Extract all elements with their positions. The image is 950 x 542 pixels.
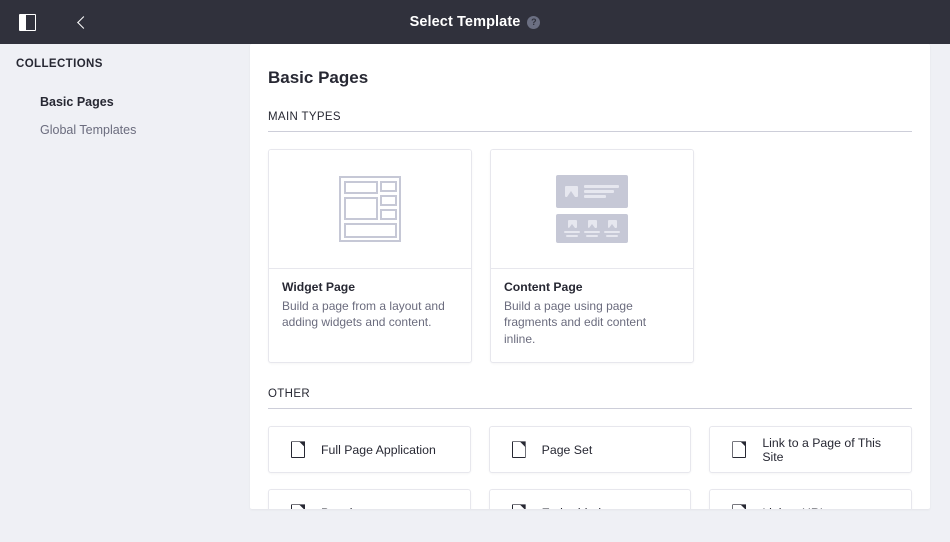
sidebar-item-global-templates[interactable]: Global Templates: [0, 116, 250, 144]
section-label-main-types: MAIN TYPES: [268, 111, 912, 132]
other-card-panel[interactable]: Panel: [268, 489, 471, 509]
sidebar-heading: COLLECTIONS: [16, 58, 103, 70]
template-card-body: Content Page Build a page using page fra…: [491, 269, 693, 362]
template-card-description: Build a page using page fragments and ed…: [504, 299, 647, 346]
page-title: Select Template: [409, 14, 521, 30]
page-title-group: Select Template ?: [0, 14, 950, 30]
chevron-left-icon: [76, 15, 90, 29]
document-icon: [732, 504, 747, 509]
section-label-other: OTHER: [268, 388, 912, 410]
template-card-body: Widget Page Build a page from a layout a…: [269, 269, 471, 346]
app-header: Select Template ?: [0, 0, 950, 44]
sidebar-item-label: Basic Pages: [40, 95, 114, 109]
other-card-label: Panel: [321, 506, 352, 509]
panel-title: Basic Pages: [268, 68, 369, 87]
template-thumbnail: [269, 150, 471, 269]
panel-toggle-button[interactable]: [14, 9, 40, 35]
document-icon: [511, 504, 526, 509]
header-left-actions: [14, 9, 94, 35]
document-icon: [291, 441, 305, 459]
template-card-description: Build a page from a layout and adding wi…: [282, 299, 445, 330]
template-card-widget-page[interactable]: Widget Page Build a page from a layout a…: [268, 149, 472, 364]
other-card-label: Link to URL: [762, 506, 826, 509]
document-icon: [511, 441, 526, 459]
sidebar-item-basic-pages[interactable]: Basic Pages: [0, 88, 250, 116]
page-body: COLLECTIONS Basic Pages Global Templates…: [0, 44, 950, 542]
other-card-label: Full Page Application: [321, 442, 436, 457]
content-fragments-icon: [556, 175, 628, 243]
sidebar-item-label: Global Templates: [40, 123, 137, 137]
other-card-embedded[interactable]: Embedded: [488, 489, 692, 509]
other-card-full-page-application[interactable]: Full Page Application: [268, 426, 471, 474]
document-icon: [291, 504, 305, 509]
document-icon: [732, 441, 747, 459]
template-card-title: Widget Page: [282, 280, 356, 294]
other-card-label: Page Set: [541, 442, 593, 457]
other-card-link-to-url[interactable]: Link to URL: [709, 489, 912, 509]
main-types-card-row: Widget Page Build a page from a layout a…: [268, 149, 912, 364]
template-thumbnail: [491, 150, 693, 269]
other-card-label: Link to a Page of This Site: [762, 435, 882, 464]
other-card-link-to-page-of-this-site[interactable]: Link to a Page of This Site: [709, 426, 912, 474]
template-card-title: Content Page: [504, 280, 583, 294]
template-card-content-page[interactable]: Content Page Build a page using page fra…: [490, 149, 694, 364]
back-button[interactable]: [68, 9, 94, 35]
layout-grid-icon: [339, 176, 401, 242]
panel-toggle-icon: [18, 13, 36, 31]
other-types-grid: Full Page Application Page Set Link to a…: [268, 426, 912, 509]
templates-panel: Basic Pages MAIN TYPES Widget Page Build…: [250, 44, 930, 509]
collections-sidebar: COLLECTIONS Basic Pages Global Templates: [0, 44, 250, 542]
help-icon[interactable]: ?: [527, 15, 541, 29]
other-card-label: Embedded: [542, 506, 601, 509]
main-content: Basic Pages MAIN TYPES Widget Page Build…: [250, 44, 950, 542]
other-card-page-set[interactable]: Page Set: [488, 426, 692, 474]
